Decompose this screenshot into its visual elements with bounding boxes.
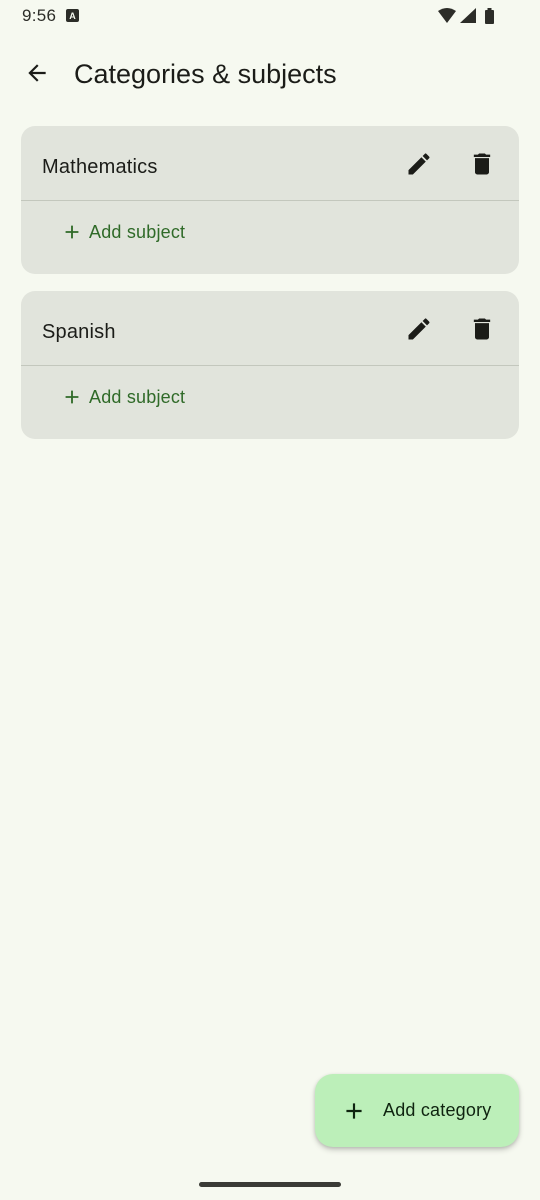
add-subject-button[interactable]: Add subject	[55, 379, 191, 415]
delete-category-button[interactable]	[462, 144, 502, 184]
pencil-icon	[408, 318, 430, 340]
plus-icon	[341, 1098, 367, 1124]
add-subject-label: Add subject	[89, 221, 186, 242]
battery-icon	[485, 8, 494, 24]
gesture-bar[interactable]	[199, 1182, 341, 1187]
category-header: Mathematics	[21, 126, 519, 201]
a-icon: A	[66, 9, 79, 22]
edit-category-button[interactable]	[399, 309, 439, 349]
edit-category-button[interactable]	[399, 144, 439, 184]
delete-category-button[interactable]	[462, 309, 502, 349]
status-bar: 9:56 A	[0, 0, 540, 32]
plus-icon	[61, 386, 83, 408]
signal-icon	[460, 8, 476, 23]
add-category-label: Add category	[383, 1100, 492, 1120]
status-icons	[438, 7, 504, 25]
pencil-icon	[408, 153, 430, 175]
app-bar: Categories & subjects	[0, 42, 540, 106]
screen: 9:56 A Categories & subjects Mathematics…	[0, 0, 540, 1200]
status-time: 9:56	[22, 6, 57, 25]
category-list: Mathematics Add subject Spanish Add subj…	[21, 126, 519, 456]
category-name: Spanish	[42, 321, 116, 343]
category-card: Spanish Add subject	[21, 291, 519, 439]
wifi-icon	[438, 8, 456, 23]
back-button[interactable]	[14, 50, 60, 96]
category-name: Mathematics	[42, 156, 158, 178]
add-category-button[interactable]: Add category	[315, 1074, 519, 1147]
trash-icon	[473, 153, 491, 175]
trash-icon	[473, 318, 491, 340]
category-header: Spanish	[21, 291, 519, 366]
page-title: Categories & subjects	[74, 59, 337, 89]
category-card: Mathematics Add subject	[21, 126, 519, 274]
add-subject-button[interactable]: Add subject	[55, 214, 191, 250]
plus-icon	[61, 221, 83, 243]
add-subject-label: Add subject	[89, 386, 186, 407]
arrow-back-icon	[28, 64, 46, 82]
